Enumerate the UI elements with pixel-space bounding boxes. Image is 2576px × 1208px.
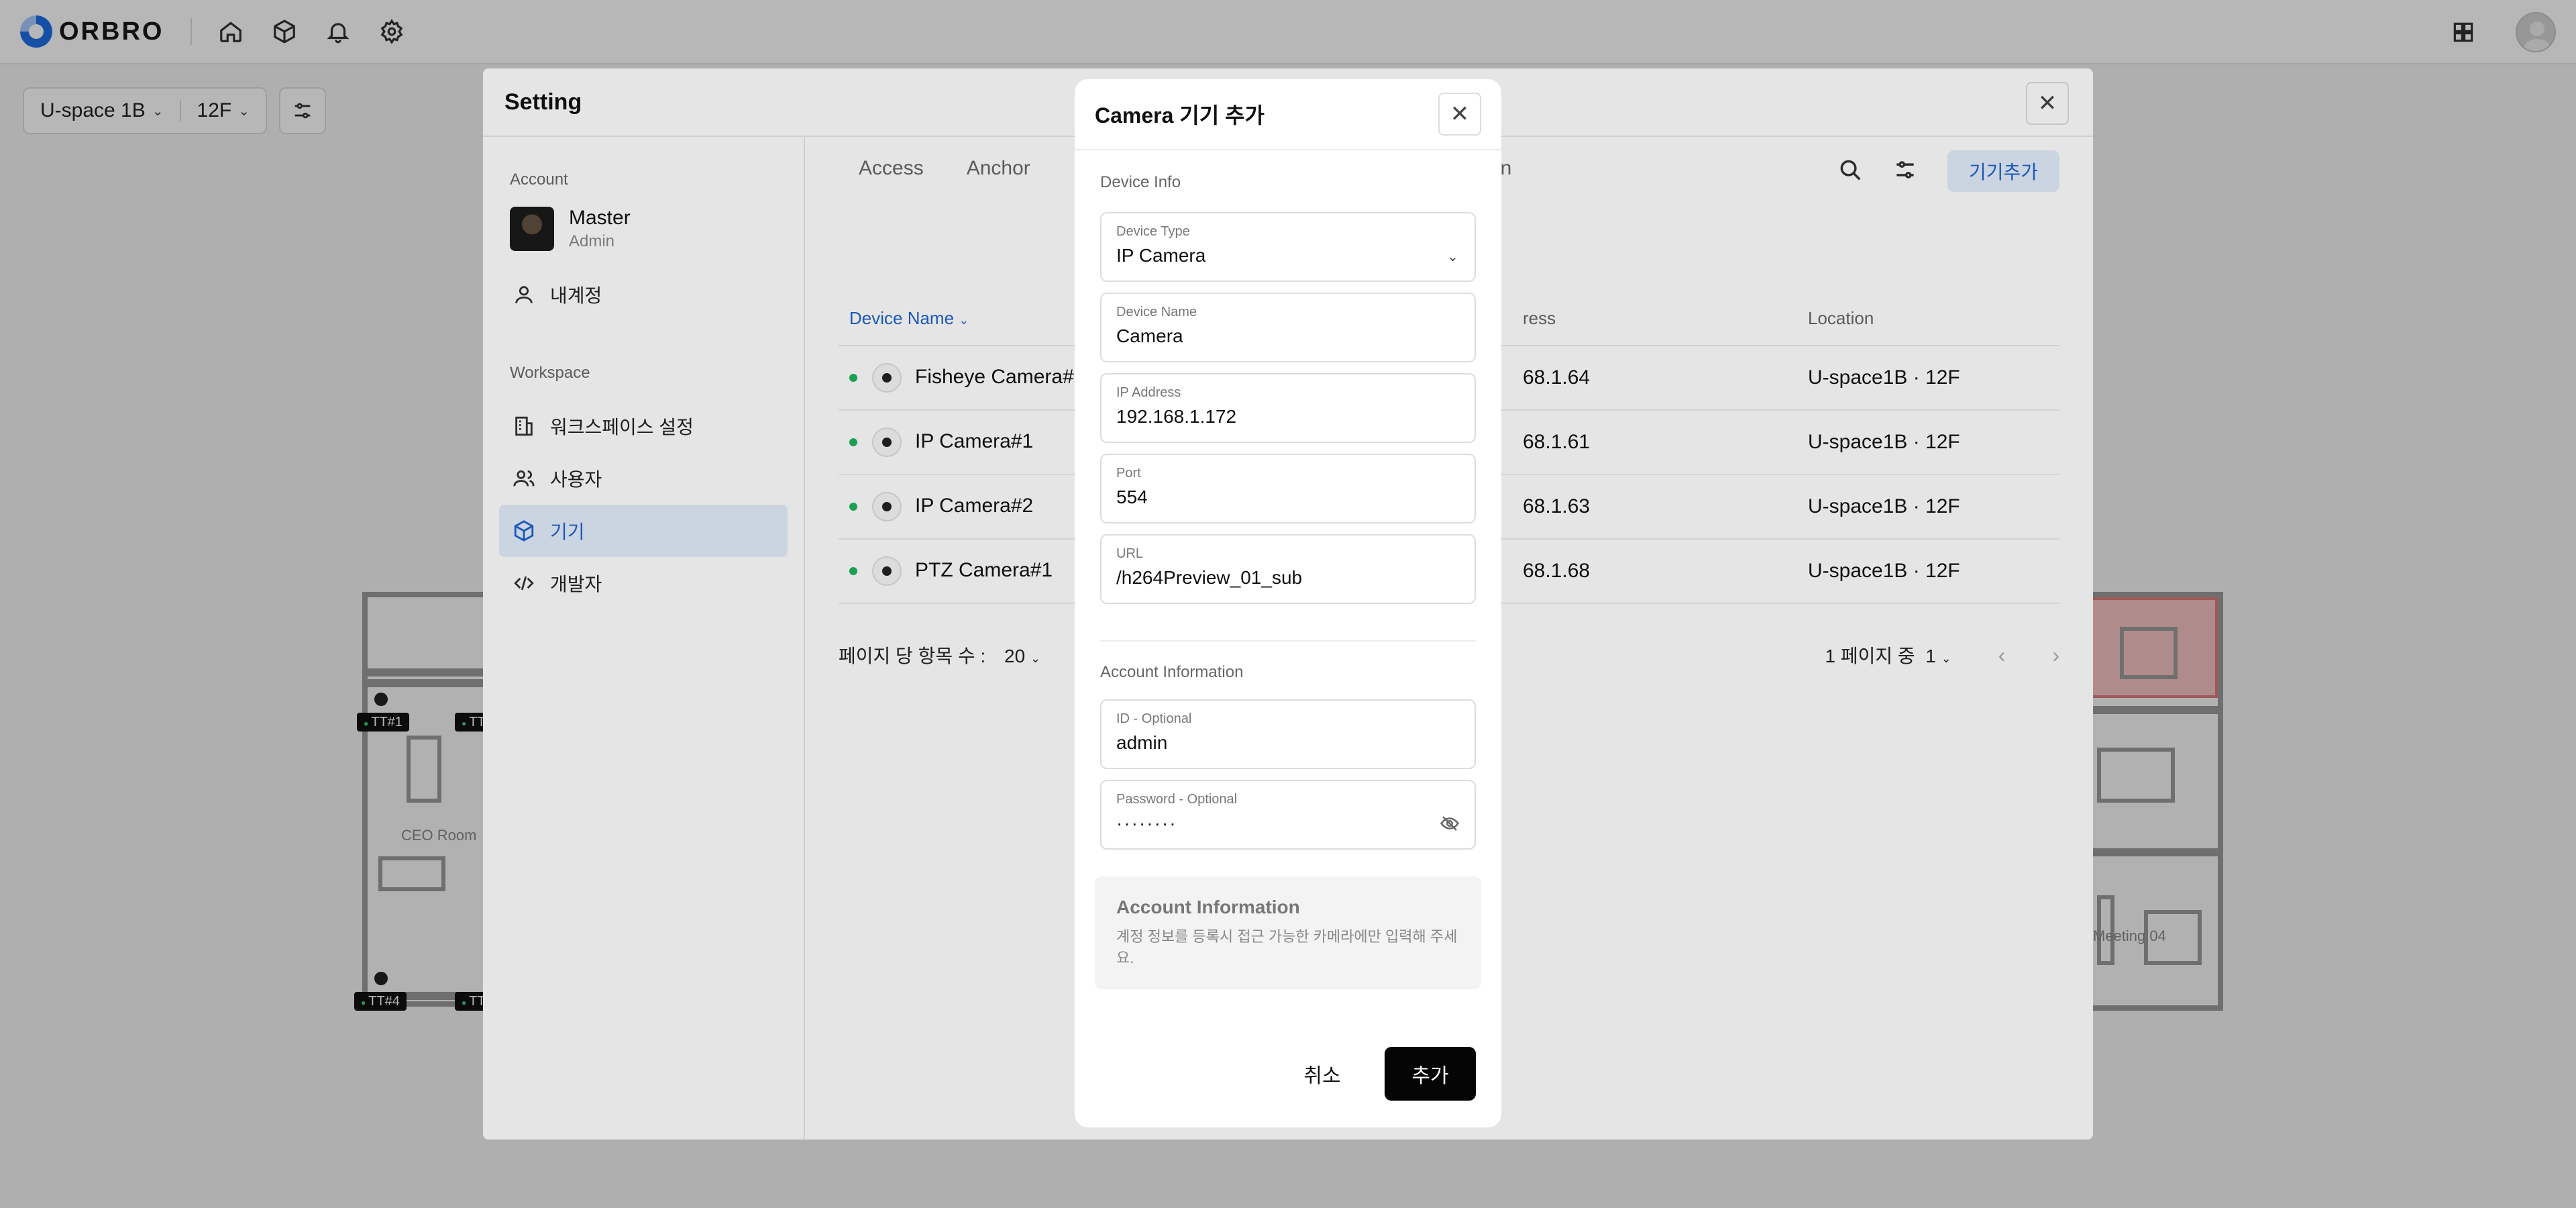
field-value: /h264Preview_01_sub <box>1116 567 1303 588</box>
field-value: admin <box>1116 732 1168 753</box>
field-label: Port <box>1116 466 1141 481</box>
password-field[interactable]: Password - Optional ········ <box>1100 780 1476 850</box>
modal-close-button[interactable]: ✕ <box>1438 93 1481 136</box>
port-field[interactable]: Port 554 <box>1100 454 1476 523</box>
submit-button[interactable]: 추가 <box>1385 1047 1476 1101</box>
url-field[interactable]: URL /h264Preview_01_sub <box>1100 534 1476 604</box>
modal-title: Camera 기기 추가 <box>1095 103 1265 128</box>
eye-off-icon[interactable] <box>1440 813 1460 834</box>
device-info-section-title: Device Info <box>1100 173 1181 191</box>
field-label: IP Address <box>1116 385 1181 400</box>
modal-header: Camera 기기 추가 <box>1075 79 1501 150</box>
close-icon: ✕ <box>1450 101 1470 127</box>
field-label: Password - Optional <box>1116 792 1238 807</box>
field-value: 192.168.1.172 <box>1116 406 1237 427</box>
notice-description: 계정 정보를 등록시 접근 가능한 카메라에만 입력해 주세요. <box>1116 928 1458 966</box>
modal-footer: 취소 추가 <box>1279 1047 1476 1101</box>
divider <box>1100 640 1476 642</box>
field-value: 554 <box>1116 487 1148 507</box>
account-info-section-title: Account Information <box>1100 663 1244 681</box>
account-info-notice: Account Information 계정 정보를 등록시 접근 가능한 카메… <box>1095 876 1481 989</box>
ip-address-field[interactable]: IP Address 192.168.1.172 <box>1100 373 1476 443</box>
device-type-select[interactable]: Device Type IP Camera ⌄ <box>1100 212 1476 282</box>
notice-title: Account Information <box>1116 897 1300 917</box>
id-field[interactable]: ID - Optional admin <box>1100 699 1476 769</box>
field-label: Device Type <box>1116 224 1190 239</box>
chevron-down-icon: ⌄ <box>1447 250 1458 264</box>
field-label: Device Name <box>1116 305 1197 319</box>
add-camera-modal: Camera 기기 추가 ✕ Device Info Device Type I… <box>1075 79 1501 1127</box>
field-value: IP Camera <box>1116 245 1206 266</box>
field-label: ID - Optional <box>1116 711 1192 726</box>
field-label: URL <box>1116 546 1144 561</box>
field-value: ········ <box>1116 813 1177 834</box>
field-value: Camera <box>1116 325 1183 346</box>
device-name-field[interactable]: Device Name Camera <box>1100 293 1476 362</box>
cancel-button[interactable]: 취소 <box>1279 1047 1366 1101</box>
